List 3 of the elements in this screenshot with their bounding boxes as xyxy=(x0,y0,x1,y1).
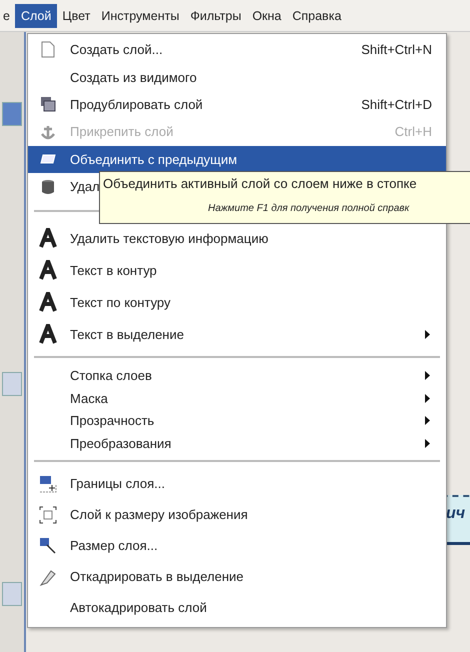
canvas-text: ич xyxy=(446,505,466,523)
tooltip-hint: Нажмите F1 для получения полной справк xyxy=(208,203,410,214)
tooltip-text: Объединить активный слой со слоем ниже в стопке xyxy=(103,176,418,191)
